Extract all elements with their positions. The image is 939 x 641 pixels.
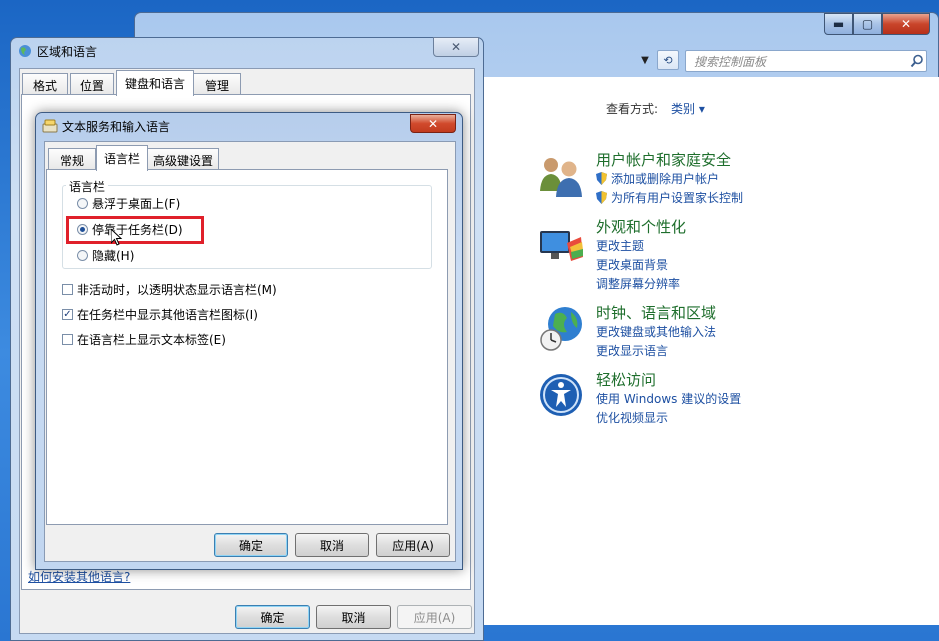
- window-title: 区域和语言: [37, 45, 98, 59]
- uac-shield-icon: [596, 172, 607, 185]
- dialog-title: 文本服务和输入语言: [62, 120, 171, 134]
- highlight-box: [66, 216, 204, 244]
- category-title-ease-of-access[interactable]: 轻松访问: [596, 369, 656, 390]
- group-label: 语言栏: [66, 178, 109, 195]
- tab-language-bar[interactable]: 语言栏: [96, 145, 148, 171]
- cursor-icon: [110, 227, 123, 250]
- radio-float-desktop[interactable]: [77, 198, 88, 209]
- apply-button[interactable]: 应用(A): [397, 605, 472, 629]
- checkbox-show-text-labels[interactable]: [62, 334, 73, 345]
- install-languages-link[interactable]: 如何安装其他语言?: [28, 568, 130, 585]
- link-change-background[interactable]: 更改桌面背景: [596, 256, 668, 273]
- category-title-clock-language[interactable]: 时钟、语言和区域: [596, 302, 716, 323]
- users-icon[interactable]: [537, 151, 585, 199]
- apply-button[interactable]: 应用(A): [376, 533, 450, 557]
- link-optimize-visual[interactable]: 优化视频显示: [596, 409, 668, 426]
- tab-formats[interactable]: 格式: [22, 73, 68, 96]
- tab-administrative[interactable]: 管理: [193, 73, 241, 96]
- tab-location[interactable]: 位置: [70, 73, 114, 96]
- cancel-button[interactable]: 取消: [316, 605, 391, 629]
- window-controls: ▬ ▢ ✕: [824, 13, 930, 35]
- region-icon: [17, 43, 33, 62]
- checkbox-show-additional-icons[interactable]: ✓: [62, 309, 73, 320]
- link-add-remove-accounts[interactable]: 添加或删除用户帐户: [596, 170, 719, 187]
- checkbox-label: 在语言栏上显示文本标签(E): [77, 333, 226, 347]
- link-change-theme[interactable]: 更改主题: [596, 237, 644, 254]
- link-label: 为所有用户设置家长控制: [611, 191, 744, 205]
- keyboard-icon: [42, 118, 58, 137]
- search-icon[interactable]: [907, 50, 927, 72]
- link-label: 添加或删除用户帐户: [611, 172, 720, 186]
- accessibility-icon[interactable]: [537, 371, 585, 419]
- checkbox-transparent-inactive[interactable]: [62, 284, 73, 295]
- radio-hidden[interactable]: [77, 250, 88, 261]
- tab-advanced-key-settings[interactable]: 高级键设置: [147, 148, 219, 171]
- view-by-label: 查看方式:: [606, 102, 659, 116]
- cancel-button[interactable]: 取消: [295, 533, 369, 557]
- view-by-dropdown[interactable]: 类别 ▾: [671, 100, 705, 117]
- search-input[interactable]: 搜索控制面板: [685, 50, 927, 72]
- ok-button[interactable]: 确定: [214, 533, 288, 557]
- minimize-button[interactable]: ▬: [824, 13, 853, 35]
- link-screen-resolution[interactable]: 调整屏幕分辨率: [596, 275, 680, 292]
- ok-button[interactable]: 确定: [235, 605, 310, 629]
- display-icon[interactable]: [537, 223, 585, 271]
- link-parental-controls[interactable]: 为所有用户设置家长控制: [596, 189, 743, 206]
- tab-general[interactable]: 常规: [48, 148, 96, 171]
- maximize-button[interactable]: ▢: [853, 13, 882, 35]
- address-dropdown-button[interactable]: ▼: [635, 50, 655, 70]
- globe-clock-icon[interactable]: [537, 304, 585, 352]
- close-button[interactable]: ✕: [410, 114, 456, 133]
- uac-shield-icon: [596, 191, 607, 204]
- radio-label: 悬浮于桌面上(F): [92, 197, 181, 211]
- category-title-appearance[interactable]: 外观和个性化: [596, 216, 686, 237]
- link-change-display-language[interactable]: 更改显示语言: [596, 342, 668, 359]
- link-windows-recommended[interactable]: 使用 Windows 建议的设置: [596, 390, 741, 407]
- tab-keyboards-languages[interactable]: 键盘和语言: [116, 70, 194, 96]
- refresh-icon: ⟲: [663, 53, 673, 67]
- checkbox-label: 非活动时，以透明状态显示语言栏(M): [77, 283, 277, 297]
- close-button[interactable]: ✕: [433, 37, 479, 57]
- checkbox-label: 在任务栏中显示其他语言栏图标(I): [77, 308, 258, 322]
- close-button[interactable]: ✕: [882, 13, 930, 35]
- category-title-users[interactable]: 用户帐户和家庭安全: [596, 149, 731, 170]
- link-change-keyboard[interactable]: 更改键盘或其他输入法: [596, 323, 716, 340]
- refresh-button[interactable]: ⟲: [657, 50, 679, 70]
